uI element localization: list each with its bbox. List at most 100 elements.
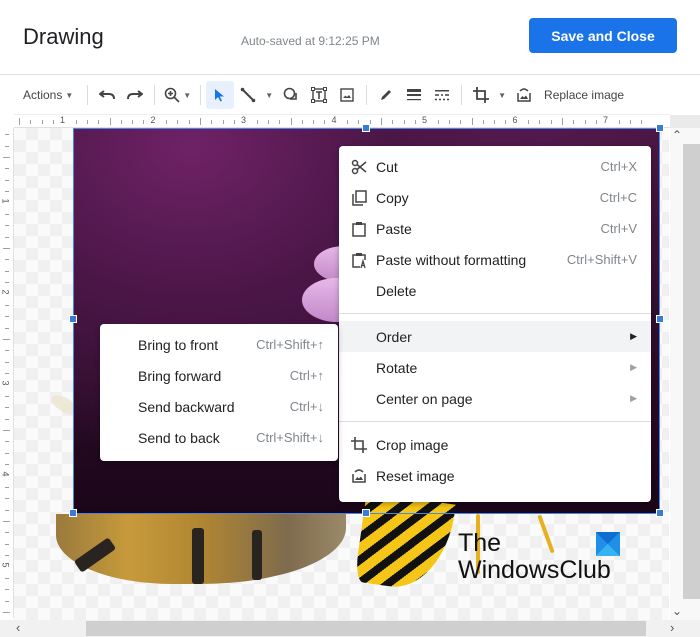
textbox-tool-button[interactable] — [305, 81, 333, 109]
menu-item-bring-to-front[interactable]: Bring to front Ctrl+Shift+↑ — [100, 329, 338, 360]
resize-handle-bottom-left[interactable] — [69, 509, 77, 517]
resize-handle-middle-right[interactable] — [656, 315, 664, 323]
scroll-left-icon[interactable]: ‹ — [16, 620, 20, 635]
actions-menu-button[interactable]: Actions ▼ — [14, 81, 82, 109]
menu-item-label: Reset image — [376, 467, 455, 484]
undo-button[interactable] — [93, 81, 121, 109]
textbox-icon — [311, 87, 328, 103]
copy-icon — [350, 189, 368, 207]
menu-item-shortcut: Ctrl+C — [599, 190, 637, 205]
ruler-tick — [505, 120, 507, 124]
undo-icon — [99, 90, 116, 100]
ruler-tick — [120, 120, 122, 124]
submenu-arrow-icon: ▶ — [630, 393, 637, 403]
ruler-label: 2 — [0, 289, 11, 295]
windows-logo-icon — [596, 532, 620, 556]
menu-item-label: Bring to front — [138, 336, 219, 353]
line-color-button[interactable] — [372, 81, 400, 109]
menu-item-bring-forward[interactable]: Bring forward Ctrl+↑ — [100, 360, 338, 391]
ruler-tick — [414, 120, 416, 124]
ruler-tick — [290, 118, 292, 125]
vertical-scrollbar[interactable]: ⌃ ⌄ — [670, 128, 700, 620]
ruler-tick — [437, 120, 439, 124]
ruler-tick — [5, 395, 9, 397]
ruler-tick — [256, 120, 258, 124]
ruler-tick — [5, 316, 9, 318]
caret-down-icon[interactable]: ▼ — [498, 91, 506, 100]
ruler-tick — [3, 157, 10, 158]
resize-handle-top-right[interactable] — [656, 124, 664, 132]
scroll-down-icon[interactable]: ⌄ — [672, 604, 682, 618]
menu-item-cut[interactable]: Cut Ctrl+X — [339, 151, 651, 182]
wasp-image[interactable] — [354, 492, 456, 594]
caret-down-icon[interactable]: ▼ — [265, 91, 273, 100]
ruler-tick — [5, 555, 9, 557]
menu-item-center-on-page[interactable]: Center on page ▶ — [339, 383, 651, 414]
menu-divider — [339, 313, 651, 314]
line-dash-button[interactable] — [428, 81, 456, 109]
crop-icon — [473, 87, 490, 103]
shape-tool-button[interactable] — [277, 81, 305, 109]
horizontal-scrollbar[interactable]: ‹ › — [0, 620, 700, 637]
ruler-tick — [267, 120, 269, 124]
scroll-up-icon[interactable]: ⌃ — [672, 128, 682, 142]
ruler-tick — [5, 600, 9, 602]
redo-icon — [127, 90, 144, 100]
bee-leg — [252, 530, 262, 580]
menu-item-crop-image[interactable]: Crop image — [339, 429, 651, 460]
select-tool-button[interactable] — [206, 81, 235, 109]
ruler-tick — [584, 120, 586, 124]
menu-item-shortcut: Ctrl+V — [600, 221, 637, 236]
redo-button[interactable] — [121, 81, 149, 109]
ruler-tick — [550, 120, 552, 124]
menu-item-copy[interactable]: Copy Ctrl+C — [339, 182, 651, 213]
paste-icon — [350, 220, 368, 238]
toolbar-divider — [461, 85, 463, 105]
menu-item-paste-without-formatting[interactable]: Paste without formatting Ctrl+Shift+V — [339, 244, 651, 275]
ruler-tick — [618, 120, 620, 124]
menu-item-send-to-back[interactable]: Send to back Ctrl+Shift+↓ — [100, 422, 338, 453]
ruler-label: 2 — [150, 115, 156, 125]
menu-item-reset-image[interactable]: Reset image — [339, 460, 651, 491]
ruler-tick — [5, 168, 9, 170]
save-and-close-button[interactable]: Save and Close — [529, 18, 677, 53]
crop-button[interactable] — [467, 81, 495, 109]
toolbar-divider — [366, 85, 368, 105]
ruler-tick — [98, 120, 100, 124]
ruler-tick — [460, 120, 462, 124]
ruler-tick — [471, 118, 473, 125]
line-weight-button[interactable] — [400, 81, 428, 109]
menu-item-send-backward[interactable]: Send backward Ctrl+↓ — [100, 391, 338, 422]
zoom-button[interactable]: ▼ — [160, 81, 195, 109]
image-tool-button[interactable] — [333, 81, 361, 109]
ruler-tick — [5, 543, 9, 545]
ruler-tick — [324, 120, 326, 124]
paste-plain-icon — [350, 251, 368, 269]
replace-image-label[interactable]: Replace image — [544, 88, 624, 102]
line-weight-icon — [407, 89, 422, 101]
resize-handle-middle-left[interactable] — [69, 315, 77, 323]
menu-item-order[interactable]: Order ▶ — [339, 321, 651, 352]
resize-handle-top-middle[interactable] — [362, 124, 370, 132]
resize-handle-bottom-right[interactable] — [656, 509, 664, 517]
scroll-right-icon[interactable]: › — [670, 620, 674, 635]
dialog-header: Drawing Auto-saved at 9:12:25 PM Save an… — [0, 0, 700, 75]
ruler-tick — [5, 418, 9, 420]
menu-item-label: Send backward — [138, 398, 235, 415]
zoom-icon — [164, 87, 180, 103]
ruler-tick — [5, 134, 9, 136]
vertical-scroll-thumb[interactable] — [683, 144, 700, 599]
line-dash-icon — [435, 90, 450, 101]
menu-item-label: Send to back — [138, 429, 220, 446]
menu-item-paste[interactable]: Paste Ctrl+V — [339, 213, 651, 244]
horizontal-scroll-thumb[interactable] — [86, 621, 646, 636]
menu-item-label: Order — [376, 328, 412, 345]
replace-image-button[interactable] — [510, 81, 538, 109]
menu-item-delete[interactable]: Delete — [339, 275, 651, 306]
ruler-tick — [5, 213, 9, 215]
line-tool-button[interactable] — [234, 81, 262, 109]
dialog-title: Drawing — [23, 24, 104, 49]
ruler-tick — [75, 120, 77, 124]
resize-handle-bottom-middle[interactable] — [362, 509, 370, 517]
menu-item-rotate[interactable]: Rotate ▶ — [339, 352, 651, 383]
